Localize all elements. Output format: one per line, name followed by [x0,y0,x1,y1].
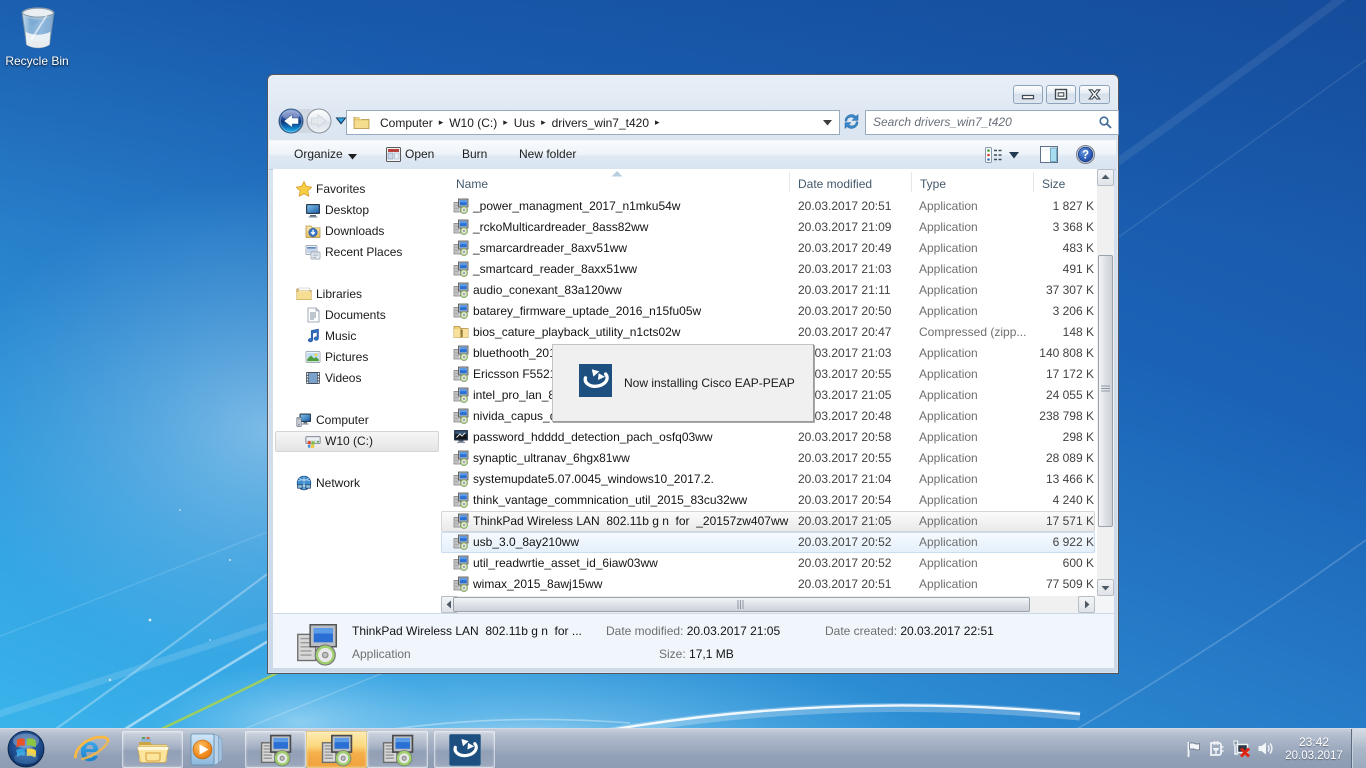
svg-text:?: ? [1082,150,1089,162]
